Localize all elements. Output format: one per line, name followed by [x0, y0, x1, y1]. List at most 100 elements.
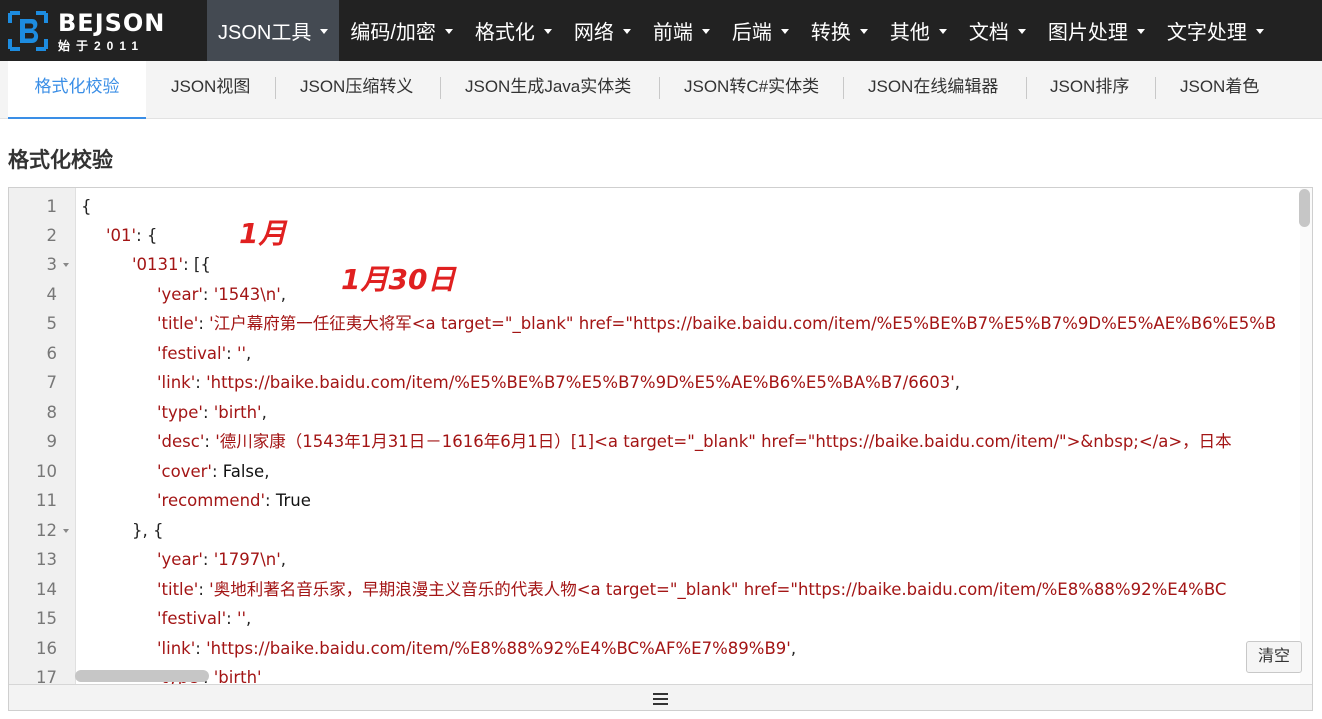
menu-format[interactable]: 格式化: [464, 0, 563, 61]
menu-other[interactable]: 其他: [879, 0, 958, 61]
code-area[interactable]: { '01': { '0131': [{ 'year': '1543\n', '…: [75, 188, 1300, 684]
menu-label: 格式化: [474, 22, 535, 44]
line-number: 4: [46, 285, 58, 304]
line-number: 6: [46, 344, 58, 363]
horizontal-scroll-thumb[interactable]: [75, 670, 209, 682]
line-number: 3: [46, 255, 58, 274]
code-line: 'year': '1543\n',: [157, 285, 287, 304]
line-number: 12: [36, 521, 57, 540]
menu-docs[interactable]: 文档: [958, 0, 1037, 61]
brand-name: BEJSON: [58, 9, 166, 37]
line-number: 8: [46, 403, 58, 422]
code-line: 'year': '1797\n',: [157, 550, 287, 569]
caret-down-icon: [780, 29, 789, 34]
tab-divider: [659, 77, 660, 99]
caret-down-icon: [622, 29, 631, 34]
tab-format-validate[interactable]: 格式化校验: [8, 61, 146, 119]
line-number: 14: [36, 580, 57, 599]
brand-tagline: 始于2011: [58, 39, 145, 53]
caret-down-icon: [1017, 29, 1026, 34]
menu-frontend[interactable]: 前端: [642, 0, 721, 61]
code-line: 'desc': '德川家康（1543年1月31日－1616年6月1日）[1]<a…: [157, 432, 1232, 451]
annotation-date: 1月30日: [341, 263, 456, 296]
code-line: 'title': '奥地利著名音乐家，早期浪漫主义音乐的代表人物<a targe…: [157, 580, 1227, 599]
fold-arrow-icon[interactable]: [63, 263, 69, 267]
code-line: 'title': '江户幕府第一任征夷大将军<a target="_blank"…: [157, 314, 1277, 333]
tab-divider: [275, 77, 276, 99]
fold-arrow-icon[interactable]: [63, 529, 69, 533]
drag-handle-icon: [653, 693, 668, 695]
line-number: 15: [36, 609, 57, 628]
line-number: 1: [46, 197, 58, 216]
menu-network[interactable]: 网络: [563, 0, 642, 61]
tab-json-compress[interactable]: JSON压缩转义: [300, 61, 413, 118]
caret-down-icon: [543, 29, 552, 34]
code-line: 'festival': '',: [157, 344, 252, 363]
menu-json-tools[interactable]: JSON工具: [207, 0, 340, 61]
caret-down-icon: [701, 29, 710, 34]
menu-label: JSON工具: [218, 22, 312, 44]
line-number: 10: [36, 462, 57, 481]
top-navbar: BEJSON 始于2011 JSON工具 编码/加密 格式化 网络 前端 后端 …: [0, 0, 1322, 61]
tab-json-online-editor[interactable]: JSON在线编辑器: [868, 61, 998, 118]
code-line: '01': {: [106, 226, 158, 245]
vertical-scroll-thumb[interactable]: [1299, 189, 1310, 227]
menu-label: 后端: [731, 22, 772, 44]
menu-label: 其他: [889, 22, 930, 44]
main-menu: JSON工具 编码/加密 格式化 网络 前端 后端 转换 其他 文档 图片处理 …: [207, 0, 1275, 61]
menu-label: 文档: [968, 22, 1009, 44]
code-line: 'link': 'https://baike.baidu.com/item/%E…: [157, 639, 797, 658]
menu-convert[interactable]: 转换: [800, 0, 879, 61]
line-number: 11: [36, 491, 57, 510]
code-line: 'recommend': True: [157, 491, 311, 510]
line-number: 9: [46, 432, 58, 451]
caret-down-icon: [1136, 29, 1145, 34]
line-number: 5: [46, 314, 58, 333]
page-title: 格式化校验: [8, 149, 113, 172]
line-number: 2: [46, 226, 58, 245]
clear-button[interactable]: 清空: [1246, 641, 1302, 673]
code-line: 'link': 'https://baike.baidu.com/item/%E…: [157, 373, 960, 392]
menu-label: 图片处理: [1047, 22, 1128, 44]
caret-down-icon: [1255, 29, 1264, 34]
json-editor[interactable]: 1 2 3 4 5 6 7 8 9 10 11 12 13 14 15 16 1…: [8, 187, 1313, 711]
tab-json-color[interactable]: JSON着色: [1180, 61, 1259, 118]
tab-json-to-java[interactable]: JSON生成Java实体类: [465, 61, 631, 118]
code-line: 'type': 'birth',: [157, 403, 267, 422]
tab-json-to-csharp[interactable]: JSON转C#实体类: [684, 61, 819, 118]
menu-label: 转换: [810, 22, 851, 44]
tab-json-view[interactable]: JSON视图: [171, 61, 250, 118]
code-line: 'festival': '',: [157, 609, 252, 628]
caret-down-icon: [859, 29, 868, 34]
bejson-logo[interactable]: BEJSON 始于2011: [6, 6, 181, 54]
code-line: {: [81, 197, 92, 216]
line-number-gutter: 1 2 3 4 5 6 7 8 9 10 11 12 13 14 15 16 1…: [9, 188, 76, 687]
tab-divider: [1155, 77, 1156, 99]
menu-label: 文字处理: [1166, 22, 1247, 44]
menu-text-processing[interactable]: 文字处理: [1156, 0, 1275, 61]
menu-image-processing[interactable]: 图片处理: [1037, 0, 1156, 61]
tab-divider: [440, 77, 441, 99]
caret-down-icon: [444, 29, 453, 34]
line-number: 7: [46, 373, 58, 392]
menu-backend[interactable]: 后端: [721, 0, 800, 61]
editor-resize-handle[interactable]: [9, 684, 1312, 710]
code-line: }, {: [132, 521, 164, 540]
tab-divider: [1026, 77, 1027, 99]
tab-divider: [843, 77, 844, 99]
menu-label: 前端: [652, 22, 693, 44]
code-line: '0131': [{: [132, 255, 211, 274]
line-number: 16: [36, 639, 57, 658]
vertical-scrollbar[interactable]: [1300, 188, 1312, 684]
tool-tabs: 格式化校验 JSON视图 JSON压缩转义 JSON生成Java实体类 JSON…: [0, 61, 1322, 119]
tab-json-sort[interactable]: JSON排序: [1050, 61, 1129, 118]
annotation-month: 1月: [239, 217, 287, 250]
menu-label: 网络: [573, 22, 614, 44]
menu-label: 编码/加密: [350, 22, 436, 44]
code-line: 'cover': False,: [157, 462, 270, 481]
line-number: 13: [36, 550, 57, 569]
menu-encode-encrypt[interactable]: 编码/加密: [339, 0, 464, 61]
logo-b-icon: [8, 11, 48, 51]
caret-down-icon: [320, 29, 329, 34]
caret-down-icon: [938, 29, 947, 34]
